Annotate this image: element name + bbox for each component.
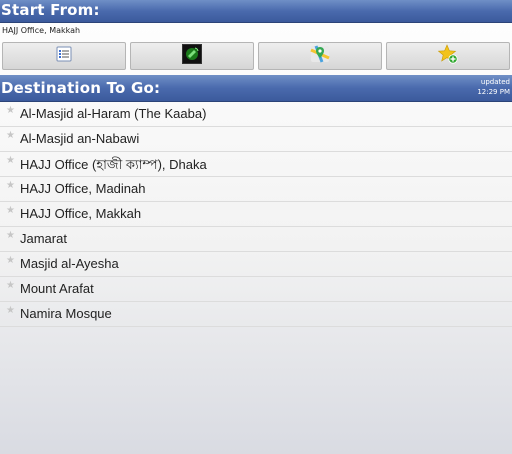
list-item-label: Al-Masjid an-Nabawi xyxy=(20,131,140,146)
list-button[interactable] xyxy=(2,42,126,70)
star-icon[interactable]: ★ xyxy=(6,230,15,241)
list-item-label: HAJJ Office, Makkah xyxy=(20,206,142,221)
start-location-value[interactable]: HAJJ Office, Makkah xyxy=(2,26,80,35)
star-icon[interactable]: ★ xyxy=(6,280,15,291)
list-item[interactable]: ★ HAJJ Office, Madinah xyxy=(0,177,512,202)
star-icon[interactable]: ★ xyxy=(6,155,15,166)
list-item-label: Jamarat xyxy=(20,231,67,246)
list-item-label: Masjid al-Ayesha xyxy=(20,256,119,271)
list-item-label: HAJJ Office (হাজী ক্যাম্প), Dhaka xyxy=(20,157,207,172)
destination-header: Destination To Go: updated 12:29 PM xyxy=(0,75,512,102)
list-icon xyxy=(56,46,72,66)
list-item[interactable]: ★ Al-Masjid an-Nabawi xyxy=(0,127,512,152)
list-item-label: Mount Arafat xyxy=(20,281,94,296)
list-item[interactable]: ★ Masjid al-Ayesha xyxy=(0,252,512,277)
updated-status: updated 12:29 PM xyxy=(477,77,510,97)
add-favorite-button[interactable] xyxy=(386,42,510,70)
list-item[interactable]: ★ HAJJ Office, Makkah xyxy=(0,202,512,227)
star-icon[interactable]: ★ xyxy=(6,305,15,316)
updated-time: 12:29 PM xyxy=(477,88,510,96)
list-item[interactable]: ★ Mount Arafat xyxy=(0,277,512,302)
list-item[interactable]: ★ Jamarat xyxy=(0,227,512,252)
gps-button[interactable] xyxy=(130,42,254,70)
updated-label: updated xyxy=(480,78,510,86)
star-icon[interactable]: ★ xyxy=(6,130,15,141)
map-button[interactable] xyxy=(258,42,382,70)
list-item[interactable]: ★ Al-Masjid al-Haram (The Kaaba) xyxy=(0,102,512,127)
destination-title: Destination To Go: xyxy=(1,79,161,97)
start-from-header: Start From: xyxy=(0,0,512,23)
destination-list: ★ Al-Masjid al-Haram (The Kaaba) ★ Al-Ma… xyxy=(0,102,512,327)
list-item-label: HAJJ Office, Madinah xyxy=(20,181,146,196)
star-icon[interactable]: ★ xyxy=(6,180,15,191)
star-icon[interactable]: ★ xyxy=(6,255,15,266)
star-icon[interactable]: ★ xyxy=(6,105,15,116)
start-from-title: Start From: xyxy=(1,1,100,19)
list-item[interactable]: ★ HAJJ Office (হাজী ক্যাম্প), Dhaka xyxy=(0,152,512,177)
list-item-label: Al-Masjid al-Haram (The Kaaba) xyxy=(20,106,207,121)
map-icon xyxy=(310,44,330,68)
gps-icon xyxy=(182,44,202,68)
list-item[interactable]: ★ Namira Mosque xyxy=(0,302,512,327)
toolbar xyxy=(0,42,512,70)
star-icon[interactable]: ★ xyxy=(6,205,15,216)
add-favorite-icon xyxy=(437,44,458,68)
list-item-label: Namira Mosque xyxy=(20,306,112,321)
